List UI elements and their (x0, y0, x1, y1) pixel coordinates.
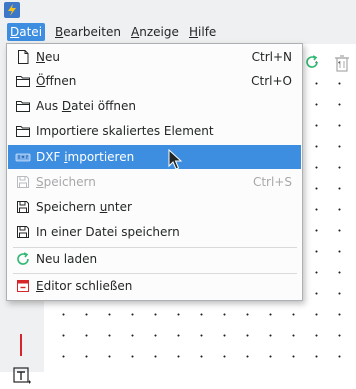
folder-icon (15, 123, 31, 139)
menu-item-label: Aus Datei öffnen (36, 94, 136, 118)
window-titlebar (0, 0, 356, 20)
menu-item-aus-datei-oeffnen[interactable]: Aus Datei öffnen (8, 94, 301, 118)
menu-item-importiere-skaliertes-element[interactable]: Importiere skaliertes Element (8, 119, 301, 143)
menu-datei[interactable]: Datei (7, 23, 46, 41)
folder-open-icon (15, 73, 31, 89)
menu-bearbeiten[interactable]: Bearbeiten (52, 23, 124, 41)
label-pre: Aus (36, 99, 62, 113)
label-pre: In einer Datei speichern (36, 225, 180, 239)
menu-bearbeiten-mnemonic: B (55, 25, 64, 39)
new-document-icon (15, 49, 31, 65)
label-mnemonic: N (36, 50, 45, 64)
menu-datei-mnemonic: D (10, 25, 20, 39)
text-tool-icon[interactable] (12, 366, 32, 386)
trash-icon[interactable] (334, 54, 350, 75)
mouse-cursor-icon (168, 148, 183, 171)
shortcut-label: Ctrl+N (251, 50, 292, 64)
menu-hilfe-rest: ilfe (198, 25, 217, 39)
menu-item-oeffnen[interactable]: Öffnen Ctrl+O (8, 69, 301, 93)
menu-item-neu-laden[interactable]: Neu laden (8, 247, 301, 271)
menu-anzeige-mnemonic: A (131, 25, 140, 39)
label-post: atei öffnen (71, 99, 136, 113)
menu-item-neu[interactable]: Neu Ctrl+N (8, 45, 301, 69)
toolbar-right (300, 48, 356, 78)
shortcut-label: Ctrl+O (251, 74, 292, 88)
menu-hilfe-mnemonic: H (189, 25, 199, 39)
menu-item-label: Speichern unter (36, 195, 132, 219)
label-post: nter (107, 200, 132, 214)
label-post: ffnen (45, 74, 77, 88)
close-window-icon (15, 278, 31, 294)
menu-item-label: Speichern (36, 170, 96, 194)
label-mnemonic: S (36, 175, 44, 189)
menu-item-dxf-importieren[interactable]: DXF importieren (8, 145, 301, 169)
label-pre: Importiere skaliertes Element (36, 124, 214, 138)
menu-hilfe[interactable]: Hilfe (186, 23, 219, 41)
label-mnemonic: E (36, 279, 44, 293)
label-pre: Speichern (36, 200, 100, 214)
menu-item-editor-schliessen[interactable]: Editor schließen (8, 274, 301, 298)
menu-anzeige[interactable]: Anzeige (128, 23, 182, 41)
menu-datei-rest: atei (19, 25, 43, 39)
menu-item-in-einer-datei-speichern[interactable]: In einer Datei speichern (8, 220, 301, 244)
menu-item-label: Neu laden (36, 247, 97, 271)
label-mnemonic: D (61, 99, 72, 113)
menu-item-label: Editor schließen (36, 274, 132, 298)
red-marker (20, 334, 22, 356)
menu-item-speichern[interactable]: Speichern Ctrl+S (8, 170, 301, 194)
folder-icon (15, 98, 31, 114)
menu-bearbeiten-rest: earbeiten (63, 25, 121, 39)
save-copy-icon (15, 224, 31, 240)
menu-item-label: Importiere skaliertes Element (36, 119, 214, 143)
shortcut-label: Ctrl+S (252, 175, 292, 189)
menu-item-speichern-unter[interactable]: Speichern unter (8, 195, 301, 219)
label-post: eu (44, 50, 60, 64)
label-post: peichern (43, 175, 96, 189)
label-pre: DXF (36, 150, 65, 164)
label-post: ditor schließen (43, 279, 133, 293)
save-as-icon (15, 199, 31, 215)
menubar: Datei Bearbeiten Anzeige Hilfe (0, 20, 356, 45)
dxf-icon (15, 149, 31, 165)
menu-item-label: Neu (36, 45, 60, 69)
file-menu-dropdown: Neu Ctrl+N Öffnen Ctrl+O Aus Datei öffne… (6, 43, 303, 301)
label-post: mportieren (67, 150, 135, 164)
label-pre: Neu laden (36, 252, 98, 266)
menu-item-label: Öffnen (36, 69, 76, 93)
menu-item-label: DXF importieren (36, 145, 134, 169)
reload-icon (15, 251, 31, 267)
menu-anzeige-rest: nzeige (139, 25, 179, 39)
save-icon (15, 174, 31, 190)
menu-item-label: In einer Datei speichern (36, 220, 180, 244)
app-logo-icon (4, 2, 20, 18)
reload-toolbar-icon[interactable] (304, 54, 320, 73)
